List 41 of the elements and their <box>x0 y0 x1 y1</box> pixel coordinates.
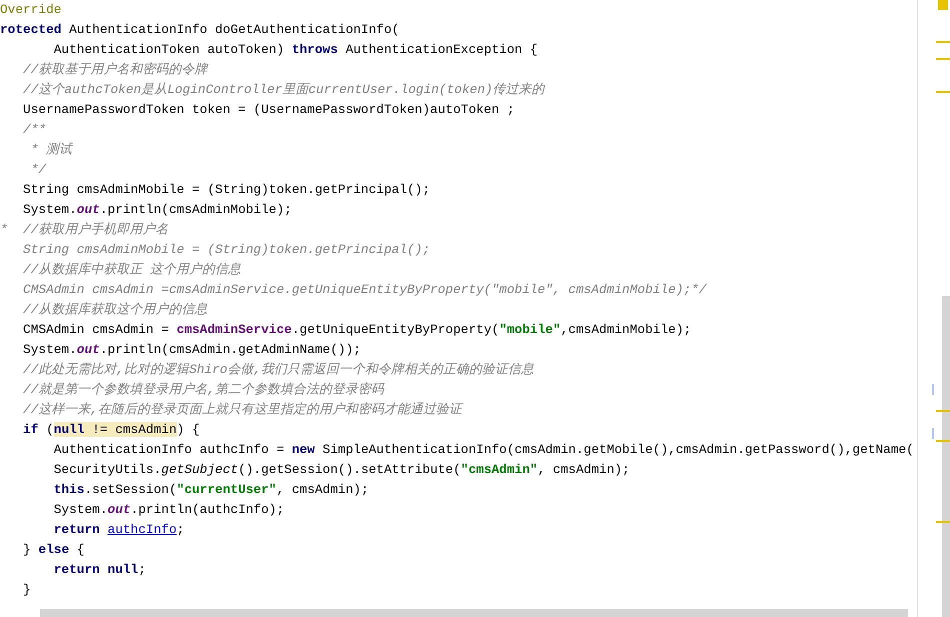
code-line: * 测试 <box>30 141 72 159</box>
warning-marker[interactable] <box>936 440 950 442</box>
warning-marker[interactable] <box>936 410 950 412</box>
code-line: //就是第一个参数填登录用户名,第二个参数填合法的登录密码 <box>22 381 384 399</box>
code-line: //获取基于用户名和密码的令牌 <box>22 61 208 79</box>
code-line: this.setSession("currentUser", cmsAdmin); <box>52 481 369 499</box>
code-line: SecurityUtils.getSubject().getSession().setAttribute("cmsAdmin", cmsAdmin); <box>52 461 630 479</box>
code-line: */ <box>30 161 46 179</box>
code-line: //此处无需比对,比对的逻辑Shiro会做,我们只需返回一个和令牌相关的正确的验证信息 <box>22 361 534 379</box>
code-line: //从数据库中获取正 这个用户的信息 <box>22 261 242 279</box>
code-line: System.out.println(authcInfo); <box>52 501 284 519</box>
code-line: //这样一来,在随后的登录页面上就只有这里指定的用户和密码才能通过验证 <box>22 401 462 419</box>
code-line: /** <box>22 121 46 139</box>
code-line: AuthenticationToken autoToken) throws AuthenticationException { <box>52 41 538 59</box>
code-line: } else { <box>22 541 84 559</box>
code-line: UsernamePasswordToken token = (UsernamePasswordToken)autoToken ; <box>22 101 515 119</box>
warning-marker[interactable] <box>936 91 950 93</box>
code-line: //这个authcToken是从LoginController里面currentUser.login(token)传过来的 <box>22 81 545 99</box>
change-marker[interactable] <box>932 384 934 395</box>
warning-marker[interactable] <box>938 0 948 10</box>
code-line: String cmsAdminMobile = (String)token.getPrincipal(); <box>22 241 430 259</box>
code-line: CMSAdmin cmsAdmin = cmsAdminService.getUniqueEntityByProperty("mobile",cmsAdminMobile); <box>22 321 692 339</box>
code-line: * //获取用户手机即用户名 <box>0 221 168 239</box>
code-line: Override <box>0 1 62 19</box>
change-marker[interactable] <box>932 428 934 439</box>
code-line: //从数据库获取这个用户的信息 <box>22 301 208 319</box>
code-line: if (null != cmsAdmin) { <box>22 421 200 439</box>
code-line: return authcInfo; <box>52 521 184 539</box>
warning-marker[interactable] <box>936 41 950 43</box>
code-line: return null; <box>52 561 146 579</box>
code-line: rotected AuthenticationInfo doGetAuthenticationInfo( <box>0 21 400 39</box>
horizontal-scrollbar-thumb[interactable] <box>40 609 908 617</box>
warning-marker[interactable] <box>936 58 950 60</box>
code-line: System.out.println(cmsAdmin.getAdminName()); <box>22 341 361 359</box>
code-line: String cmsAdminMobile = (String)token.getPrincipal(); <box>22 181 430 199</box>
warning-marker[interactable] <box>936 521 950 523</box>
code-line: AuthenticationInfo authcInfo = new SimpleAuthenticationInfo(cmsAdmin.getMobile(),cmsAdmin.getPassword(),getName( <box>52 441 914 459</box>
vertical-scrollbar-thumb[interactable] <box>942 296 950 617</box>
code-line: CMSAdmin cmsAdmin =cmsAdminService.getUniqueEntityByProperty("mobile", cmsAdminMobile);*/ <box>22 281 707 299</box>
code-line: } <box>22 581 31 599</box>
code-line: System.out.println(cmsAdminMobile); <box>22 201 292 219</box>
